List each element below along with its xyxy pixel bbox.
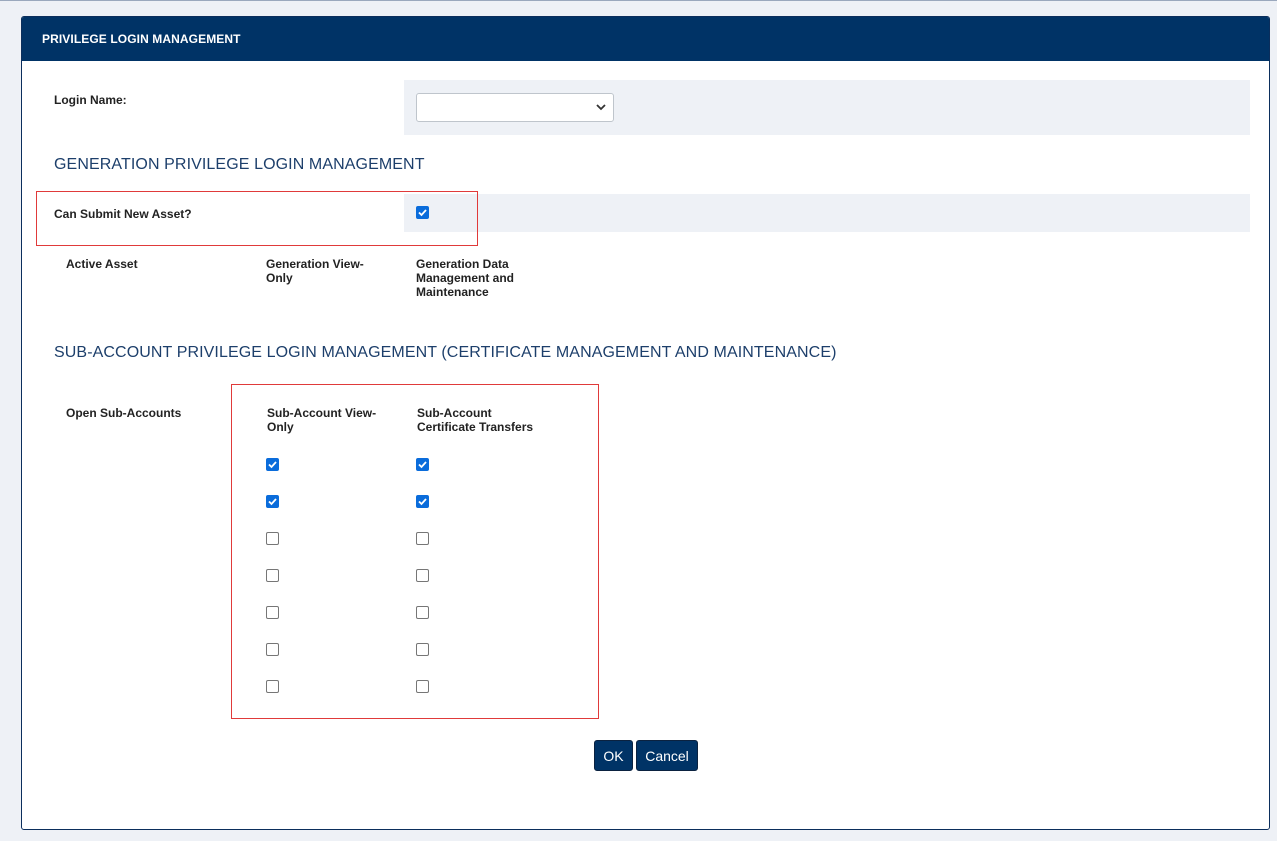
highlight-box-submit	[36, 191, 478, 246]
col-open-subaccounts: Open Sub-Accounts	[66, 406, 182, 420]
privilege-dialog: PRIVILEGE LOGIN MANAGEMENT Login Name: G…	[21, 16, 1270, 830]
cancel-button[interactable]: Cancel	[636, 740, 698, 771]
dialog-header: PRIVILEGE LOGIN MANAGEMENT	[22, 17, 1269, 61]
subaccount-section-title: SUB-ACCOUNT PRIVILEGE LOGIN MANAGEMENT (…	[54, 344, 837, 361]
login-name-label: Login Name:	[54, 93, 127, 107]
login-name-select[interactable]	[416, 93, 614, 122]
can-submit-field-bg	[404, 194, 1250, 232]
col-generation-data-management: Generation Data Management and Maintenan…	[416, 257, 515, 299]
col-generation-view-only: Generation View-Only	[266, 257, 364, 285]
dialog-title: PRIVILEGE LOGIN MANAGEMENT	[42, 32, 241, 46]
generation-section-title: GENERATION PRIVILEGE LOGIN MANAGEMENT	[54, 156, 425, 173]
col-active-asset: Active Asset	[66, 257, 138, 271]
chevron-down-icon	[596, 104, 606, 111]
top-border	[0, 0, 1277, 1]
highlight-box-subaccounts	[231, 384, 599, 719]
ok-button[interactable]: OK	[594, 740, 633, 771]
